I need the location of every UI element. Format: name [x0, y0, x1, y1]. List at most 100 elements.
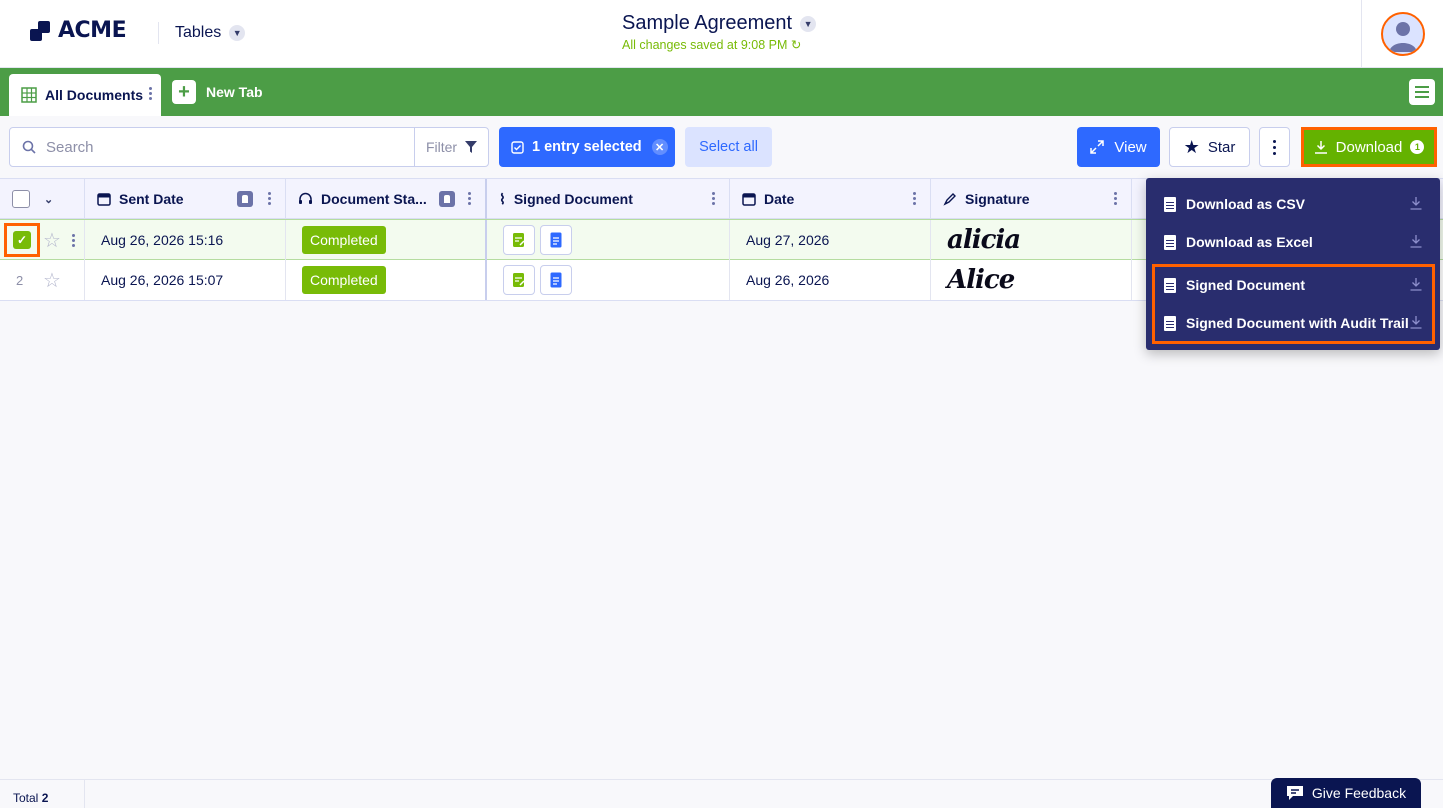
pin-icon[interactable]: [439, 191, 455, 207]
calendar-icon: [742, 193, 756, 206]
sent-date-cell[interactable]: Aug 26, 2026 15:07: [85, 260, 286, 300]
column-menu-icon[interactable]: [468, 192, 471, 205]
download-button[interactable]: Download 1: [1301, 127, 1437, 167]
table-footer: Total 2: [0, 779, 1443, 808]
row-number: 2: [16, 273, 24, 288]
document-title-text: Sample Agreement: [622, 12, 793, 34]
top-header: ACME Tables ▼ Sample Agreement ▼ All cha…: [0, 0, 1443, 68]
signature-image: Alice: [947, 265, 1015, 295]
feedback-bubble-icon: [1286, 786, 1303, 800]
column-label: Sent Date: [119, 191, 184, 207]
selected-entries-chip: 1 entry selected ✕: [499, 127, 675, 167]
pin-icon[interactable]: [237, 191, 253, 207]
column-header-signed-document[interactable]: ⌇ Signed Document: [487, 179, 730, 219]
select-all-checkbox[interactable]: [12, 190, 30, 208]
star-outline-icon[interactable]: ☆: [43, 268, 61, 293]
footer-divider: [84, 780, 85, 808]
star-label: Star: [1207, 138, 1236, 156]
total-value: 2: [41, 791, 49, 805]
column-header-signature[interactable]: Signature: [931, 179, 1132, 219]
row-select-cell: ✓ ☆: [0, 220, 85, 260]
highlight-box: [1152, 264, 1435, 344]
search-field[interactable]: Search: [9, 127, 415, 167]
signed-document-cell: [487, 260, 730, 300]
status-badge: Completed: [302, 266, 386, 294]
view-button[interactable]: View: [1077, 127, 1160, 167]
save-status: All changes saved at 9:08 PM ↻: [622, 37, 801, 52]
row-menu-icon[interactable]: [72, 234, 75, 247]
avatar-divider: [1361, 0, 1362, 68]
column-menu-icon[interactable]: [268, 192, 271, 205]
date-cell[interactable]: Aug 26, 2026: [730, 260, 931, 300]
give-feedback-button[interactable]: Give Feedback: [1271, 778, 1421, 808]
row-select-cell: 2 ☆: [0, 260, 85, 300]
search-placeholder: Search: [46, 138, 94, 156]
menu-item-download-csv[interactable]: Download as CSV: [1146, 185, 1440, 223]
app-switcher[interactable]: Tables ▼: [175, 24, 246, 42]
download-icon: [1410, 235, 1422, 248]
hamburger-menu-icon[interactable]: [1409, 79, 1435, 105]
chevron-down-icon: ▼: [229, 25, 246, 41]
menu-item-label: Download as CSV: [1186, 196, 1306, 212]
column-label: Signed Document: [513, 191, 633, 207]
brand-name: ACME: [58, 18, 127, 43]
document-title[interactable]: Sample Agreement ▼: [622, 12, 817, 35]
calendar-icon: [97, 193, 111, 206]
signed-document-cell: [487, 220, 730, 260]
headset-icon: [299, 192, 312, 204]
column-header-date[interactable]: Date: [730, 179, 931, 219]
new-tab-button[interactable]: + New Tab: [172, 80, 263, 104]
row-checkbox[interactable]: ✓: [4, 223, 40, 257]
menu-item-download-excel[interactable]: Download as Excel: [1146, 223, 1440, 261]
column-menu-icon[interactable]: [1114, 192, 1117, 205]
signature-cell[interactable]: Alice: [931, 260, 1132, 300]
close-icon[interactable]: ✕: [651, 139, 668, 155]
status-badge: Completed: [302, 226, 386, 254]
signature-cell[interactable]: alicia: [931, 220, 1132, 260]
tab-options-icon[interactable]: [149, 87, 153, 100]
tab-all-documents[interactable]: All Documents: [9, 74, 161, 116]
filter-label: Filter: [425, 139, 458, 155]
download-label: Download: [1335, 138, 1403, 156]
checkbox-icon: [511, 140, 524, 154]
brand-logo[interactable]: ACME: [30, 18, 127, 43]
expand-icon: [1090, 140, 1105, 154]
total-label: Total: [13, 791, 39, 805]
signature-image: alicia: [947, 225, 1021, 255]
star-button[interactable]: ★ Star: [1169, 127, 1250, 167]
column-label: Document Sta...: [321, 191, 427, 207]
select-all-button[interactable]: Select all: [685, 127, 772, 167]
star-outline-icon[interactable]: ☆: [43, 228, 61, 253]
column-menu-icon[interactable]: [913, 192, 916, 205]
filter-button[interactable]: Filter: [414, 127, 489, 167]
download-menu: Download as CSV Download as Excel Signed…: [1146, 178, 1440, 350]
view-label: View: [1114, 138, 1147, 156]
sent-date-cell[interactable]: Aug 26, 2026 15:16: [85, 220, 286, 260]
more-options-button[interactable]: [1259, 127, 1290, 167]
document-file-icon[interactable]: [540, 225, 572, 255]
status-cell[interactable]: Completed: [286, 260, 487, 300]
tab-label: All Documents: [45, 87, 144, 103]
search-icon: [22, 140, 36, 154]
menu-item-label: Download as Excel: [1186, 234, 1313, 250]
user-avatar[interactable]: [1381, 12, 1425, 56]
status-cell[interactable]: Completed: [286, 220, 487, 260]
app-name: Tables: [175, 24, 222, 41]
column-header-document-status[interactable]: Document Sta...: [286, 179, 487, 219]
document-file-icon[interactable]: [540, 265, 572, 295]
download-count-badge: 1: [1410, 140, 1425, 154]
pdf-edit-file-icon[interactable]: [503, 225, 535, 255]
tab-bar: All Documents + New Tab: [0, 68, 1443, 116]
paperclip-icon: ⌇: [499, 190, 506, 207]
column-header-sent-date[interactable]: Sent Date: [85, 179, 286, 219]
date-cell[interactable]: Aug 27, 2026: [730, 220, 931, 260]
download-icon: [1314, 141, 1327, 154]
chevron-down-icon[interactable]: ⌄: [44, 193, 53, 206]
selected-count-label: 1 entry selected: [532, 139, 642, 155]
user-silhouette-icon: [1389, 22, 1417, 52]
column-menu-icon[interactable]: [712, 192, 715, 205]
refresh-icon: ↻: [790, 38, 802, 52]
total-count: Total 2: [13, 791, 48, 805]
save-status-text: All changes saved at 9:08 PM: [622, 38, 788, 52]
pdf-edit-file-icon[interactable]: [503, 265, 535, 295]
